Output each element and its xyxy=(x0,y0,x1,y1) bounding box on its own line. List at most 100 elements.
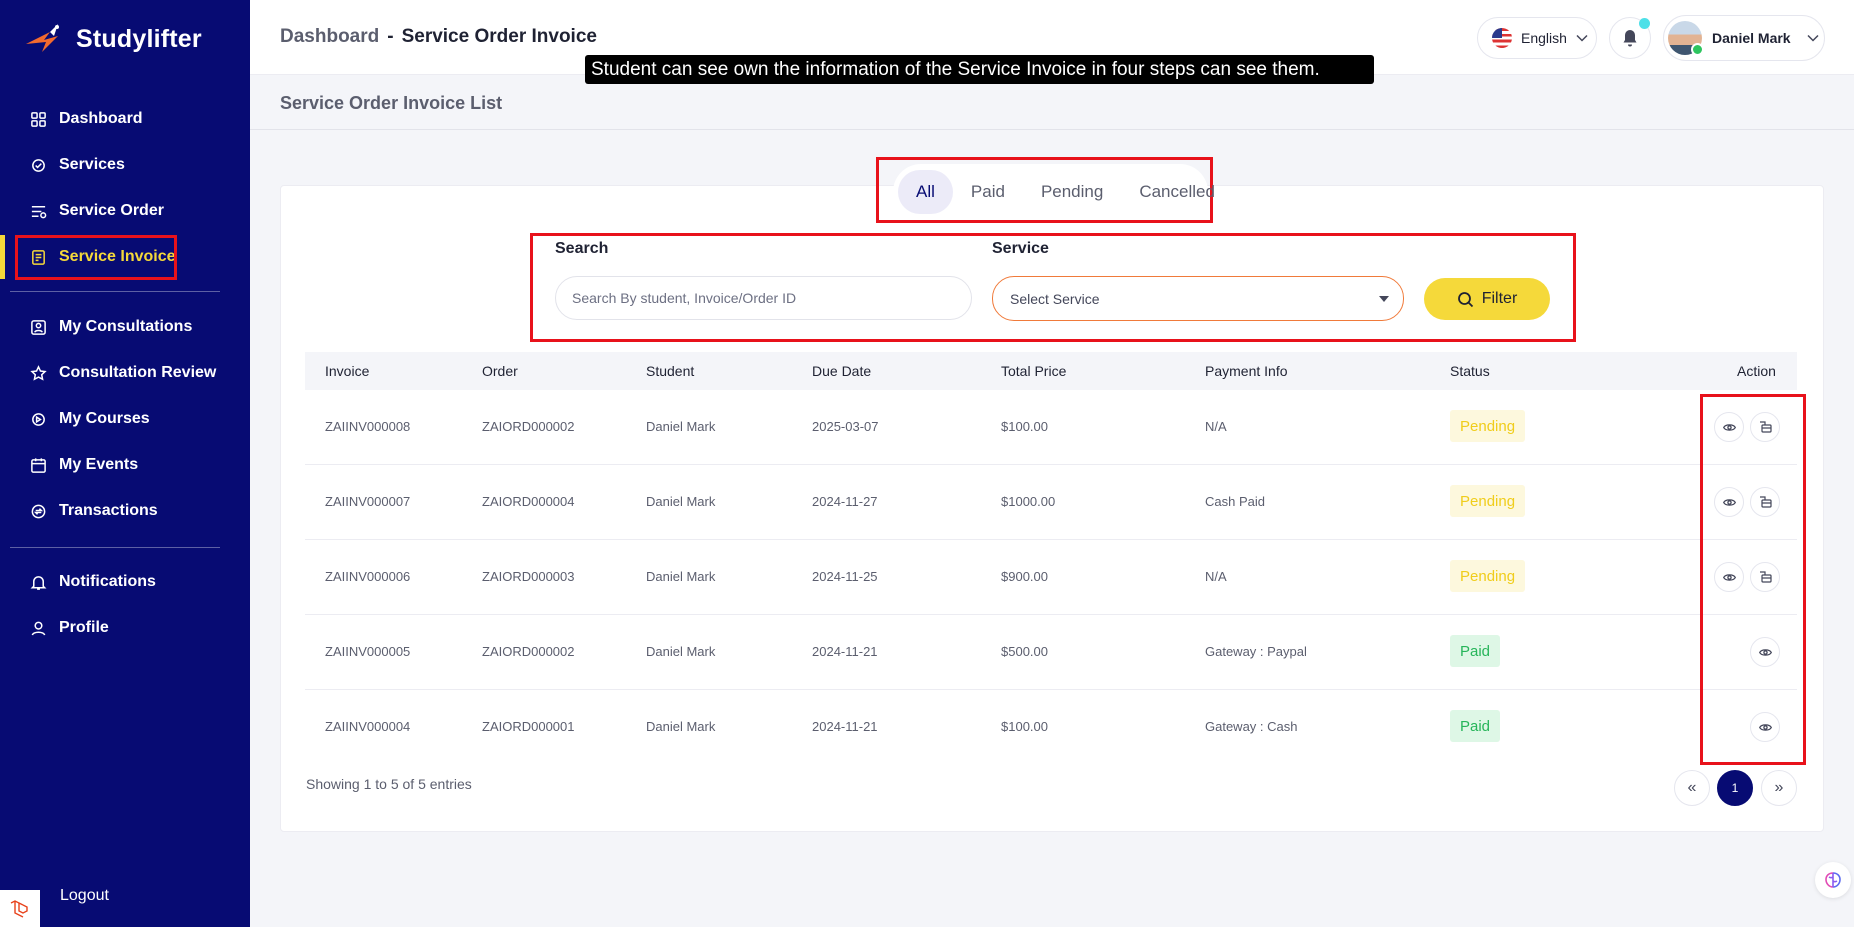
breadcrumb-separator: - xyxy=(387,26,394,47)
sidebar-item-my-events[interactable]: My Events xyxy=(16,443,226,487)
table-row: ZAIINV000004 ZAIORD000001 Daniel Mark 20… xyxy=(305,690,1797,765)
breadcrumb-parent[interactable]: Dashboard xyxy=(280,26,379,48)
due-date: 2025-03-07 xyxy=(812,419,879,434)
payment-info: N/A xyxy=(1205,569,1227,584)
view-button[interactable] xyxy=(1714,487,1744,517)
search-label: Search xyxy=(555,240,609,257)
pay-button[interactable] xyxy=(1750,487,1780,517)
active-indicator xyxy=(0,235,5,279)
student-name: Daniel Mark xyxy=(646,494,716,509)
sidebar-item-label: Consultation Review xyxy=(59,364,217,381)
order-id: ZAIORD000001 xyxy=(482,719,575,734)
order-id: ZAIORD000003 xyxy=(482,569,575,584)
sidebar-item-label: Transactions xyxy=(59,502,158,519)
breadcrumb-current: Service Order Invoice xyxy=(401,26,597,47)
table-row: ZAIINV000006 ZAIORD000003 Daniel Mark 20… xyxy=(305,540,1797,615)
logo[interactable]: Studylifter xyxy=(24,22,202,56)
sidebar-item-label: Service Order xyxy=(59,202,164,219)
sidebar-item-service-order[interactable]: Service Order xyxy=(16,189,226,233)
filter-button[interactable]: Filter xyxy=(1424,278,1550,320)
notification-dot xyxy=(1639,18,1650,29)
student-name: Daniel Mark xyxy=(646,419,716,434)
column-header: Order xyxy=(482,363,518,379)
chevron-down-icon xyxy=(1576,34,1588,42)
column-header: Invoice xyxy=(325,363,370,379)
pay-button[interactable] xyxy=(1750,562,1780,592)
search-icon xyxy=(1457,291,1473,307)
pagination-page[interactable]: 1 xyxy=(1717,770,1753,806)
sidebar-item-transactions[interactable]: Transactions xyxy=(16,489,226,533)
search-input[interactable] xyxy=(555,276,972,320)
filter-button-label: Filter xyxy=(1481,290,1518,307)
services-icon xyxy=(32,158,45,172)
rocket-logo-icon xyxy=(26,24,59,52)
total-price: $100.00 xyxy=(1001,719,1048,734)
invoice-id: ZAIINV000006 xyxy=(325,569,411,584)
eye-icon xyxy=(1722,423,1736,431)
sidebar-item-profile[interactable]: Profile xyxy=(16,606,226,650)
sidebar-item-label: Service Invoice xyxy=(59,248,176,265)
laravel-debug-icon[interactable] xyxy=(0,890,40,927)
table-row: ZAIINV000007 ZAIORD000004 Daniel Mark 20… xyxy=(305,465,1797,540)
tab-cancelled[interactable]: Cancelled xyxy=(1121,170,1233,214)
user-menu[interactable]: Daniel Mark xyxy=(1663,15,1825,61)
sidebar-item-service-invoice[interactable]: Service Invoice xyxy=(16,235,226,279)
bell-icon xyxy=(30,575,47,590)
sidebar-item-label: My Courses xyxy=(59,410,150,427)
sidebar-item-label: Notifications xyxy=(59,573,156,590)
payment-icon xyxy=(1759,571,1772,583)
consultation-icon xyxy=(31,319,46,335)
eye-icon xyxy=(1758,723,1772,731)
status-badge: Paid xyxy=(1450,710,1501,742)
sidebar-item-label: Services xyxy=(59,156,125,173)
view-button[interactable] xyxy=(1750,712,1780,742)
invoice-id: ZAIINV000004 xyxy=(325,719,411,734)
sidebar-item-dashboard[interactable]: Dashboard xyxy=(16,97,226,141)
eye-icon xyxy=(1722,573,1736,581)
view-button[interactable] xyxy=(1714,562,1744,592)
tab-pending[interactable]: Pending xyxy=(1023,170,1121,214)
service-select[interactable]: Select Service xyxy=(992,276,1404,321)
sidebar-item-consultation-review[interactable]: Consultation Review xyxy=(16,351,226,395)
ai-assistant-icon[interactable] xyxy=(1815,862,1851,898)
due-date: 2024-11-27 xyxy=(812,494,878,509)
page-title: Service Order Invoice List xyxy=(280,93,503,113)
sidebar-item-label: Profile xyxy=(59,619,109,636)
tab-all[interactable]: All xyxy=(898,170,953,214)
service-order-icon xyxy=(31,205,47,218)
pagination-next[interactable]: » xyxy=(1761,770,1797,806)
pagination-prev[interactable]: « xyxy=(1674,770,1710,806)
table-row: ZAIINV000008 ZAIORD000002 Daniel Mark 20… xyxy=(305,390,1797,465)
pay-button[interactable] xyxy=(1750,412,1780,442)
sidebar-item-notifications[interactable]: Notifications xyxy=(16,560,226,604)
eye-icon xyxy=(1722,498,1736,506)
payment-icon xyxy=(1759,496,1772,508)
column-header: Action xyxy=(1737,363,1776,379)
due-date: 2024-11-21 xyxy=(812,644,878,659)
student-name: Daniel Mark xyxy=(646,719,716,734)
tab-paid[interactable]: Paid xyxy=(953,170,1023,214)
table-row: ZAIINV000005 ZAIORD000002 Daniel Mark 20… xyxy=(305,615,1797,690)
column-header: Student xyxy=(646,363,695,379)
invoice-icon xyxy=(32,249,45,265)
sidebar-item-my-courses[interactable]: My Courses xyxy=(16,397,226,441)
transactions-icon xyxy=(31,504,46,518)
logout-link[interactable]: Logout xyxy=(60,887,109,905)
view-button[interactable] xyxy=(1750,637,1780,667)
dashboard-icon xyxy=(31,111,46,127)
status-badge: Pending xyxy=(1450,410,1526,442)
column-header: Status xyxy=(1450,363,1490,379)
table-header: Invoice Order Student Due Date Total Pri… xyxy=(305,352,1797,390)
app-name: Studylifter xyxy=(76,24,202,53)
status-badge: Pending xyxy=(1450,485,1526,517)
payment-info: Cash Paid xyxy=(1205,494,1265,509)
invoice-id: ZAIINV000008 xyxy=(325,419,411,434)
sidebar-item-my-consultations[interactable]: My Consultations xyxy=(16,305,226,349)
status-badge: Paid xyxy=(1450,635,1501,667)
sidebar-divider xyxy=(10,291,220,292)
language-selector[interactable]: English xyxy=(1477,17,1597,59)
view-button[interactable] xyxy=(1714,412,1744,442)
bell-icon xyxy=(1623,30,1637,47)
user-name: Daniel Mark xyxy=(1712,30,1791,46)
sidebar-item-services[interactable]: Services xyxy=(16,143,226,187)
